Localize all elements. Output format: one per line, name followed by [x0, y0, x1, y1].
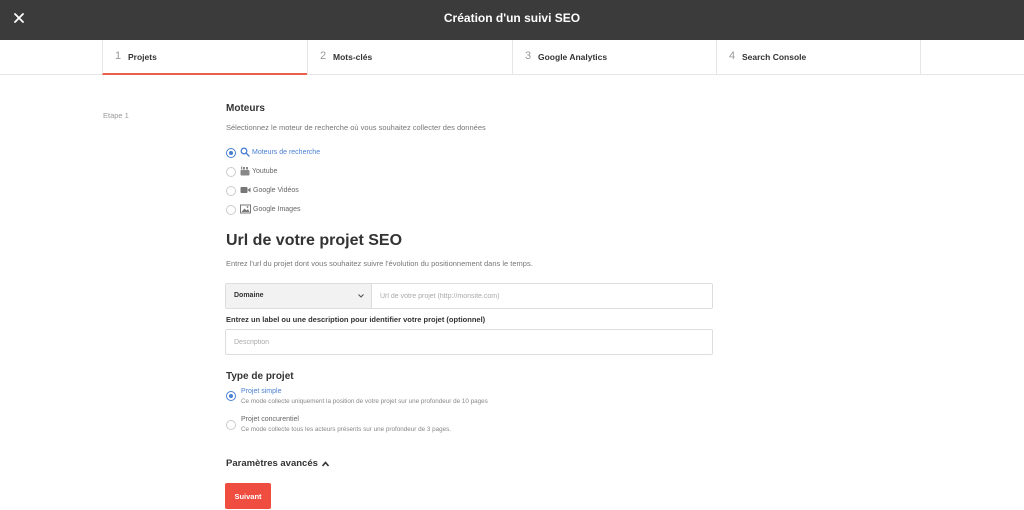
option-description: Ce mode collecte uniquement la position …: [241, 398, 488, 405]
step-mots-cles[interactable]: 2 Mots-clés: [307, 40, 512, 74]
step-label: Projets: [128, 52, 157, 62]
step-number: 3: [525, 50, 532, 62]
project-type-title: Type de projet: [226, 371, 294, 382]
option-moteurs-de-recherche[interactable]: Moteurs de recherche: [240, 147, 320, 157]
option-title[interactable]: Projet simple: [241, 388, 281, 395]
step-indicator: Etape 1: [103, 111, 129, 120]
moteurs-title: Moteurs: [226, 103, 265, 114]
radio-moteurs-de-recherche[interactable]: [226, 148, 236, 158]
option-label: Google Images: [253, 205, 301, 213]
url-input-group: Domaine: [225, 283, 713, 309]
wizard-steps: 1 Projets 2 Mots-clés 3 Google Analytics…: [0, 40, 1024, 75]
radio-projet-concurrentiel[interactable]: [226, 420, 236, 430]
image-icon: [240, 204, 251, 214]
youtube-icon: [240, 166, 250, 176]
step-label: Search Console: [742, 52, 807, 62]
option-youtube[interactable]: Youtube: [240, 166, 277, 176]
step-google-analytics[interactable]: 3 Google Analytics: [512, 40, 717, 74]
search-icon: [240, 147, 250, 157]
step-number: 4: [729, 50, 736, 62]
step-search-console[interactable]: 4 Search Console: [716, 40, 921, 74]
option-title[interactable]: Projet concurentiel: [241, 416, 299, 423]
option-google-videos[interactable]: Google Vidéos: [240, 185, 299, 195]
option-label: Moteurs de recherche: [252, 148, 321, 156]
step-number: 1: [115, 50, 122, 62]
next-button[interactable]: Suivant: [225, 483, 271, 509]
radio-youtube[interactable]: [226, 167, 236, 177]
radio-google-videos[interactable]: [226, 186, 236, 196]
step-number: 2: [320, 50, 327, 62]
step-label: Mots-clés: [333, 52, 373, 62]
option-description: Ce mode collecte tous les acteurs présen…: [241, 426, 452, 433]
step-projets[interactable]: 1 Projets: [102, 40, 307, 75]
radio-google-images[interactable]: [226, 205, 236, 215]
select-value: Domaine: [234, 292, 264, 299]
top-bar: Création d'un suivi SEO: [0, 0, 1024, 40]
radio-projet-simple[interactable]: [226, 391, 236, 401]
description-input[interactable]: [225, 329, 713, 355]
video-camera-icon: [240, 187, 251, 193]
advanced-settings-toggle[interactable]: Paramètres avancés: [226, 458, 330, 469]
chevron-down-icon: [358, 294, 364, 298]
page-title: Création d'un suivi SEO: [443, 11, 581, 25]
chevron-up-icon: [321, 460, 330, 467]
option-label: Google Vidéos: [253, 186, 299, 194]
option-google-images[interactable]: Google Images: [240, 204, 300, 214]
step-label: Google Analytics: [538, 52, 608, 62]
url-section-description: Entrez l'url du projet dont vous souhait…: [226, 259, 533, 268]
url-section-title: Url de votre projet SEO: [226, 232, 403, 249]
advanced-settings-label: Paramètres avancés: [226, 458, 318, 469]
moteurs-description: Sélectionnez le moteur de recherche où v…: [226, 123, 486, 132]
label-field-label: Entrez un label ou une description pour …: [226, 315, 486, 324]
url-input[interactable]: [372, 284, 712, 308]
protocol-select[interactable]: Domaine: [226, 284, 372, 308]
option-label: Youtube: [252, 167, 278, 175]
